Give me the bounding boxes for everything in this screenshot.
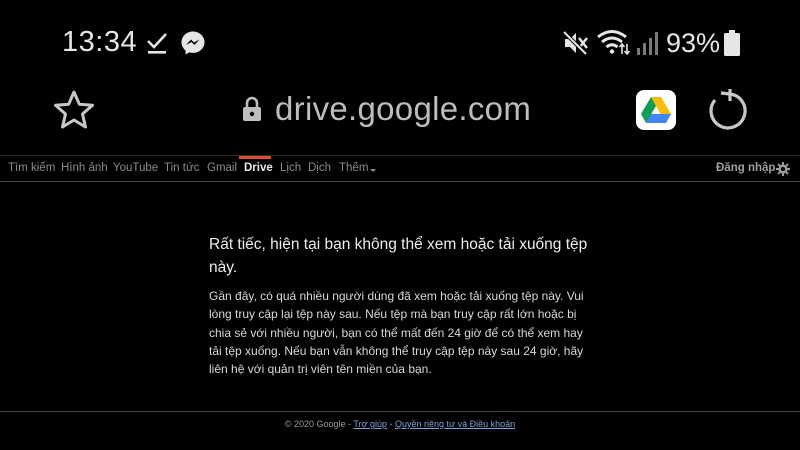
chevron-down-icon: [370, 169, 376, 172]
battery-icon: [724, 30, 740, 56]
error-heading: Rất tiếc, hiện tại bạn không thể xem hoặ…: [209, 236, 588, 276]
battery-percent: 93%: [666, 28, 721, 58]
active-tab-indicator: [239, 156, 271, 159]
url-text[interactable]: drive.google.com: [275, 90, 531, 128]
gbar-link-images[interactable]: Hình ảnh: [61, 162, 108, 174]
gbar-link-search[interactable]: Tìm kiếm: [8, 162, 55, 174]
footer-divider: [0, 411, 800, 412]
gbar-link-drive[interactable]: Drive: [244, 162, 273, 174]
footer-separator: -: [387, 419, 396, 429]
wifi-icon: [597, 30, 630, 56]
google-drive-icon[interactable]: [636, 90, 676, 130]
refresh-icon[interactable]: [706, 88, 748, 132]
signal-icon: [637, 32, 658, 55]
help-link[interactable]: Trợ giúp: [353, 419, 387, 429]
gbar-link-translate[interactable]: Dịch: [308, 162, 331, 174]
gbar-link-youtube[interactable]: YouTube: [113, 162, 158, 174]
lock-icon: [243, 96, 261, 121]
signin-link[interactable]: Đăng nhập: [716, 162, 775, 174]
gbar-link-news[interactable]: Tin tức: [164, 162, 199, 174]
privacy-terms-link[interactable]: Quyền riêng tư và Điều khoản: [395, 419, 515, 429]
gbar-link-calendar[interactable]: Lịch: [280, 162, 301, 174]
status-bar: 13:34 93%: [0, 0, 800, 86]
clock: 13:34: [62, 26, 138, 58]
footer: © 2020 Google - Trợ giúp - Quyền riêng t…: [0, 419, 800, 429]
gear-icon[interactable]: [776, 162, 790, 176]
gbar-link-gmail[interactable]: Gmail: [207, 162, 237, 174]
google-bar: Tìm kiếm Hình ảnh YouTube Tin tức Gmail …: [0, 155, 800, 182]
mute-icon: [562, 30, 588, 56]
messenger-icon: [181, 31, 205, 55]
footer-copyright: © 2020 Google: [284, 419, 346, 429]
gbar-link-more[interactable]: Thêm: [339, 162, 368, 174]
check-icon: [147, 33, 167, 54]
error-message: Gần đây, có quá nhiều người dùng đã xem …: [209, 289, 584, 377]
star-icon[interactable]: [52, 88, 96, 132]
